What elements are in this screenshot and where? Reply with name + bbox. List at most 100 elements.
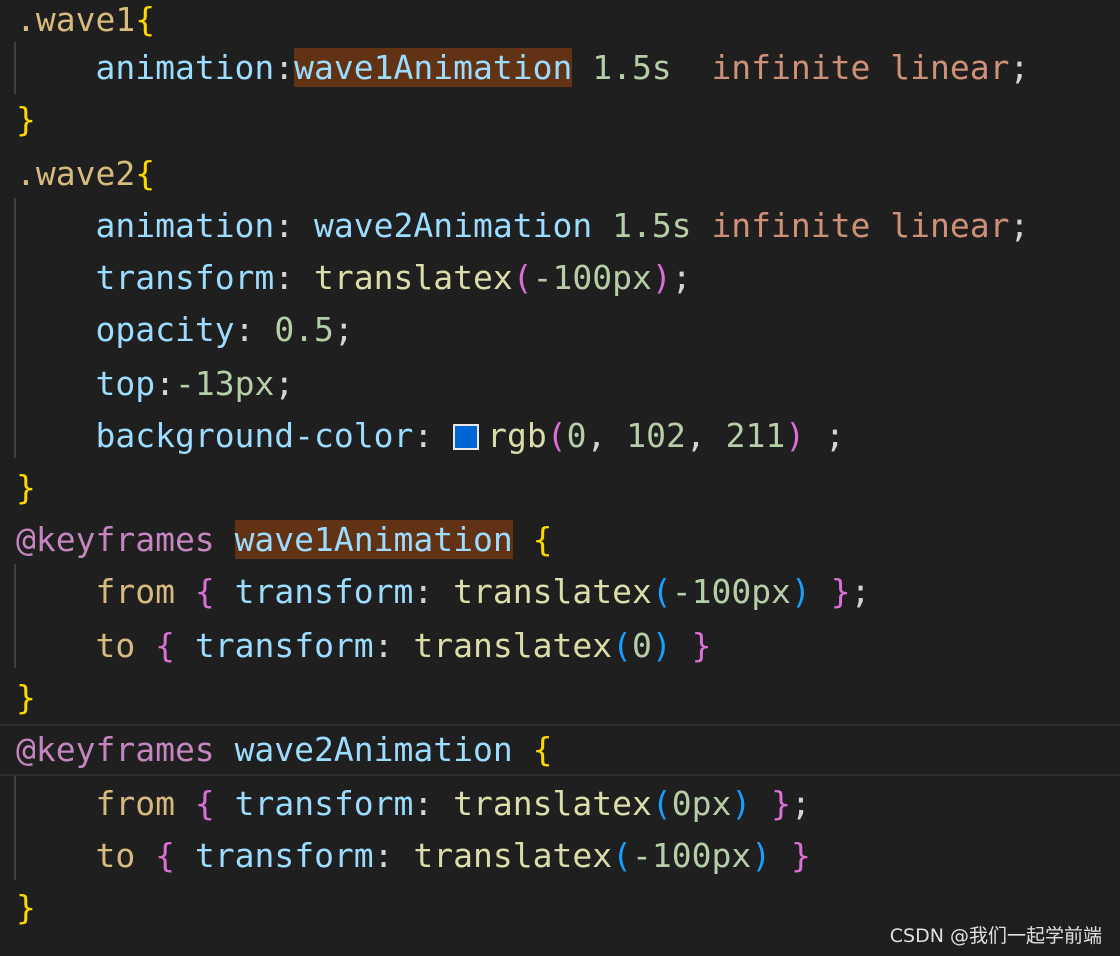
code-line[interactable]: @keyframes wave2Animation { <box>0 724 1120 776</box>
code-line[interactable]: opacity: 0.5; <box>0 304 1120 356</box>
code-token: { <box>155 626 175 665</box>
code-token: ; <box>1009 206 1030 245</box>
code-token: infinite <box>711 48 871 87</box>
code-token: { <box>532 520 553 559</box>
code-token: { <box>135 154 156 193</box>
code-line[interactable]: to { transform: translatex(0) } <box>0 620 1120 672</box>
code-line[interactable]: top:-13px; <box>0 358 1120 410</box>
code-line[interactable]: transform: translatex(-100px); <box>0 252 1120 304</box>
code-token: : <box>413 572 454 611</box>
code-token: background-color <box>95 416 414 455</box>
code-token: transform <box>234 572 414 611</box>
code-token: : <box>234 310 275 349</box>
code-line-text: to { transform: translatex(-100px) } <box>0 830 1120 882</box>
code-token: ; <box>805 416 845 455</box>
code-line[interactable]: } <box>0 672 1120 724</box>
code-token: { <box>194 784 215 823</box>
code-token: translatex <box>453 784 652 823</box>
code-line-text: opacity: 0.5; <box>0 304 1120 356</box>
code-editor[interactable]: .wave1{ animation:wave1Animation 1.5s in… <box>0 0 1120 956</box>
code-token: : <box>413 784 454 823</box>
code-line[interactable]: to { transform: translatex(-100px) } <box>0 830 1120 882</box>
code-token: : <box>413 416 454 455</box>
code-token: opacity <box>95 310 235 349</box>
code-token: ( <box>546 416 567 455</box>
code-line[interactable]: .wave1{ <box>0 0 1120 46</box>
code-token: 0 <box>566 416 587 455</box>
code-line-text: to { transform: translatex(0) } <box>0 620 1120 672</box>
code-token: -100px <box>671 572 791 611</box>
code-token: animation <box>95 48 275 87</box>
code-token: @keyframes <box>16 730 215 769</box>
code-line-text: } <box>0 672 1120 724</box>
code-line[interactable]: .wave2{ <box>0 148 1120 200</box>
code-token: infinite <box>711 206 871 245</box>
code-token: 1.5s <box>592 48 672 87</box>
code-token: to <box>95 836 136 875</box>
code-line[interactable]: @keyframes wave1Animation { <box>0 514 1120 566</box>
code-token: rgb <box>487 416 547 455</box>
code-token: } <box>16 678 36 717</box>
code-line[interactable]: } <box>0 94 1120 146</box>
code-token: top <box>95 364 156 403</box>
code-token: : <box>373 626 414 665</box>
code-line[interactable]: animation:wave1Animation 1.5s infinite l… <box>0 42 1120 94</box>
code-token: ) <box>790 572 811 611</box>
code-line-text: } <box>0 94 1120 146</box>
color-swatch[interactable] <box>453 424 480 450</box>
code-line[interactable]: from { transform: translatex(-100px) }; <box>0 566 1120 618</box>
code-line-text: .wave1{ <box>0 0 1120 46</box>
code-token: , <box>586 416 627 455</box>
code-token: } <box>16 468 36 507</box>
code-token: ; <box>671 258 692 297</box>
code-token: .wave2 <box>16 154 136 193</box>
code-token: transform <box>234 784 414 823</box>
code-token: ) <box>651 258 672 297</box>
code-token: ( <box>512 258 533 297</box>
code-line[interactable]: } <box>0 462 1120 514</box>
code-token: 0 <box>631 626 652 665</box>
code-token: to <box>95 626 136 665</box>
code-token: translatex <box>314 258 513 297</box>
code-line[interactable]: background-color: rgb(0, 102, 211) ; <box>0 410 1120 462</box>
code-line-text: @keyframes wave2Animation { <box>0 726 1120 774</box>
code-token: } <box>691 626 712 665</box>
code-token: transform <box>95 258 275 297</box>
code-token: from <box>95 784 175 823</box>
code-token: .wave1 <box>16 0 136 39</box>
code-line-text: .wave2{ <box>0 148 1120 200</box>
code-token: wave2Animation <box>314 206 593 245</box>
code-line-text: animation: wave2Animation 1.5s infinite … <box>0 200 1120 252</box>
code-token: : <box>274 206 315 245</box>
code-token: linear <box>890 206 1010 245</box>
code-token: linear <box>890 48 1010 87</box>
code-token: } <box>16 100 36 139</box>
code-line-text: from { transform: translatex(0px) }; <box>0 778 1120 830</box>
code-token: -13px <box>174 364 275 403</box>
code-line[interactable]: from { transform: translatex(0px) }; <box>0 778 1120 830</box>
code-token: } <box>16 888 36 927</box>
highlighted-token: wave1Animation <box>294 48 573 87</box>
code-line[interactable]: animation: wave2Animation 1.5s infinite … <box>0 200 1120 252</box>
code-token: 0.5 <box>274 310 334 349</box>
